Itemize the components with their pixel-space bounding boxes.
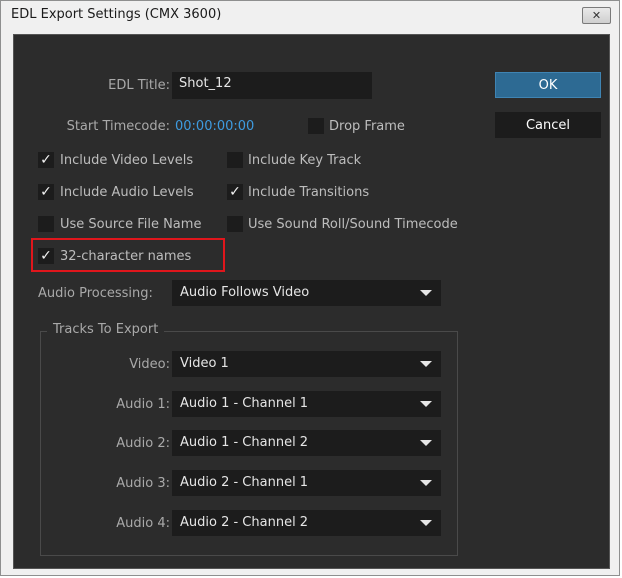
include-audio-levels-checkbox[interactable]: ✓ [38,184,54,200]
use-sound-roll-checkbox[interactable] [227,216,243,232]
use-sound-roll-label: Use Sound Roll/Sound Timecode [248,217,458,232]
audio3-track-value: Audio 2 - Channel 1 [180,475,309,490]
audio2-track-label: Audio 2: [116,436,170,451]
char32-names-label: 32-character names [60,249,192,264]
drop-frame-checkbox[interactable] [308,118,324,134]
use-source-file-name-label: Use Source File Name [60,217,202,232]
checkmark-icon: ✓ [229,184,241,200]
audio2-track-dropdown[interactable]: Audio 1 - Channel 2 [172,430,441,456]
chevron-down-icon [420,290,432,296]
audio-processing-value: Audio Follows Video [180,285,310,300]
start-timecode-value[interactable]: 00:00:00:00 [175,119,254,134]
include-key-track-label: Include Key Track [248,153,362,168]
audio3-track-label: Audio 3: [116,476,170,491]
audio4-track-label: Audio 4: [116,516,170,531]
chevron-down-icon [420,401,432,407]
close-button[interactable]: ✕ [582,7,611,24]
edl-title-input[interactable]: Shot_12 [172,72,372,99]
chevron-down-icon [420,440,432,446]
start-timecode-label: Start Timecode: [66,119,170,134]
cancel-button[interactable]: Cancel [495,112,601,138]
video-track-dropdown[interactable]: Video 1 [172,351,441,377]
audio1-track-label: Audio 1: [116,397,170,412]
include-audio-levels-label: Include Audio Levels [60,185,194,200]
audio2-track-value: Audio 1 - Channel 2 [180,435,309,450]
include-video-levels-label: Include Video Levels [60,153,194,168]
edl-export-dialog: EDL Export Settings (CMX 3600) ✕ EDL Tit… [0,0,620,576]
audio1-track-value: Audio 1 - Channel 1 [180,396,309,411]
dialog-title: EDL Export Settings (CMX 3600) [11,7,222,22]
tracks-to-export-label: Tracks To Export [47,322,165,337]
audio-processing-dropdown[interactable]: Audio Follows Video [172,280,441,306]
title-bar: EDL Export Settings (CMX 3600) ✕ [1,1,619,28]
include-key-track-checkbox[interactable] [227,152,243,168]
chevron-down-icon [420,480,432,486]
audio4-track-value: Audio 2 - Channel 2 [180,515,309,530]
settings-panel: EDL Title: Shot_12 OK Start Timecode: 00… [13,34,610,569]
close-icon: ✕ [591,9,602,22]
checkmark-icon: ✓ [40,152,52,168]
include-transitions-label: Include Transitions [248,185,370,200]
chevron-down-icon [420,520,432,526]
include-video-levels-checkbox[interactable]: ✓ [38,152,54,168]
audio-processing-label: Audio Processing: [38,286,153,301]
char32-names-checkbox[interactable]: ✓ [38,248,54,264]
drop-frame-label: Drop Frame [329,119,405,134]
ok-button[interactable]: OK [495,72,601,98]
include-transitions-checkbox[interactable]: ✓ [227,184,243,200]
use-source-file-name-checkbox[interactable] [38,216,54,232]
checkmark-icon: ✓ [40,248,52,264]
audio1-track-dropdown[interactable]: Audio 1 - Channel 1 [172,391,441,417]
video-track-label: Video: [129,357,170,372]
chevron-down-icon [420,361,432,367]
edl-title-label: EDL Title: [108,78,170,93]
checkmark-icon: ✓ [40,184,52,200]
audio4-track-dropdown[interactable]: Audio 2 - Channel 2 [172,510,441,536]
audio3-track-dropdown[interactable]: Audio 2 - Channel 1 [172,470,441,496]
video-track-value: Video 1 [180,356,229,371]
